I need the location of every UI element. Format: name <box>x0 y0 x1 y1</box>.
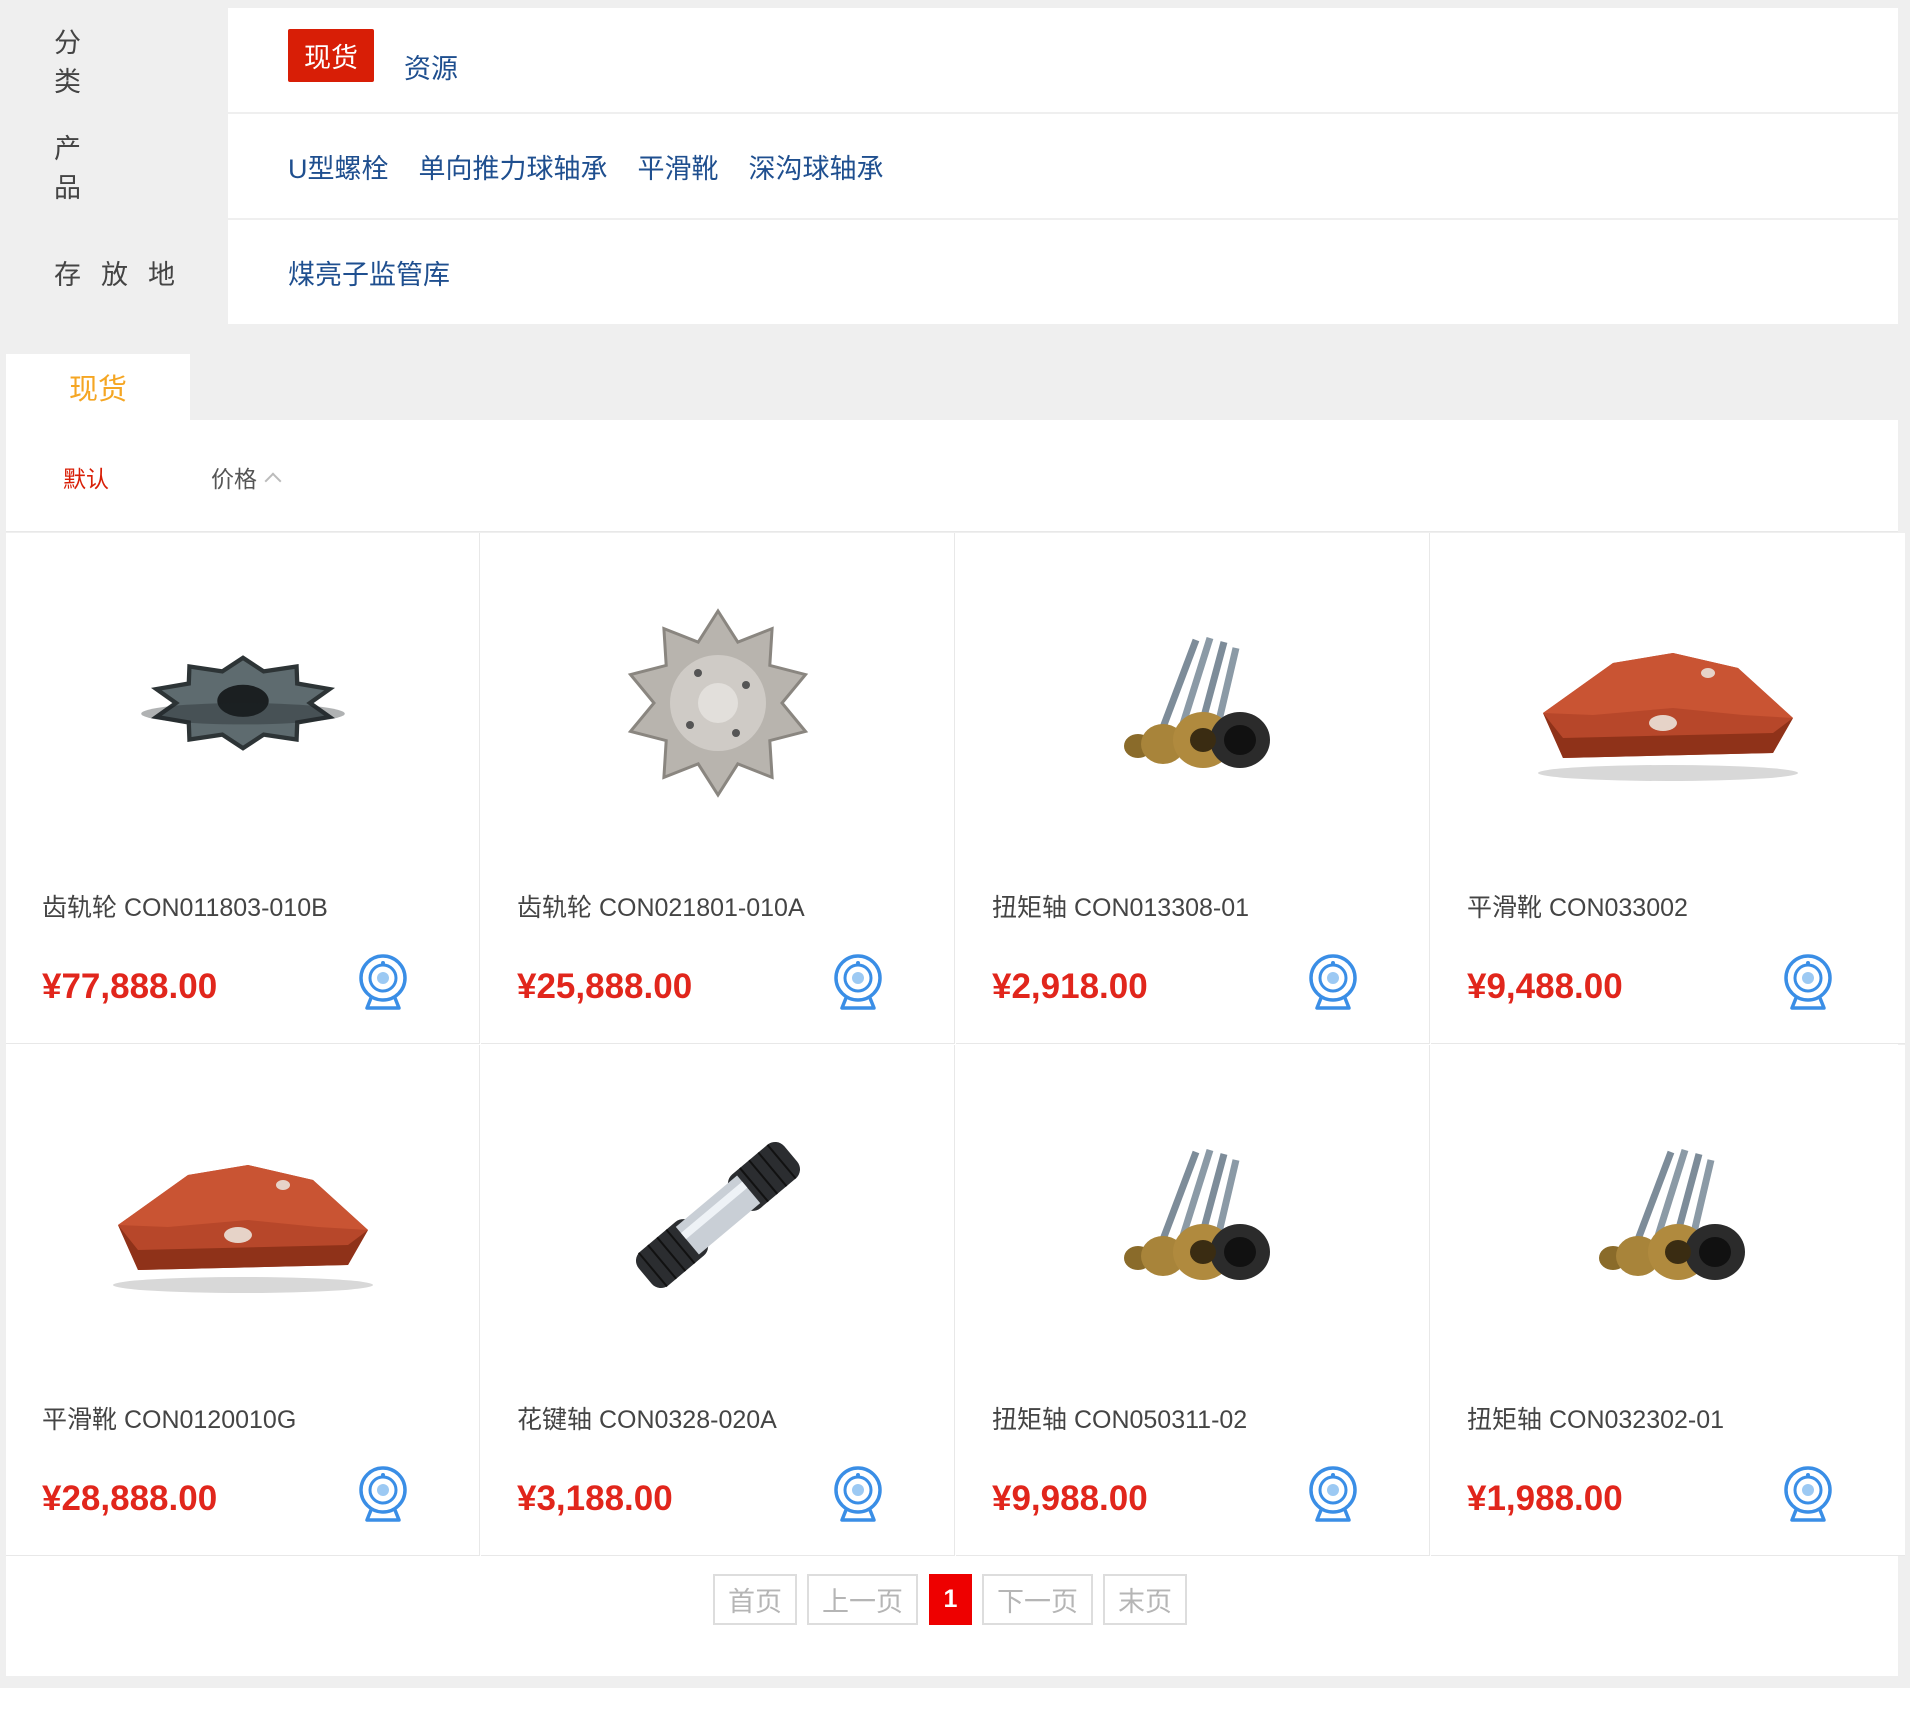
filter-label-text: 存放地 <box>54 259 195 290</box>
webcam-icon[interactable] <box>1306 953 1360 1011</box>
sort-price[interactable]: 价格 <box>211 460 282 494</box>
product-price: ¥25,888.00 <box>517 967 693 1006</box>
filter-option-groove-bearing[interactable]: 深沟球轴承 <box>749 147 884 186</box>
filter-values-product: U型螺栓 单向推力球轴承 平滑靴 深沟球轴承 <box>228 114 1898 218</box>
product-name[interactable]: 平滑靴 CON033002 <box>1467 888 1688 924</box>
product-grid: 齿轨轮 CON011803-010B ¥77,888.00 齿轨轮 CON02180… <box>6 533 1905 1557</box>
sort-price-label: 价格 <box>211 466 257 492</box>
sort-default[interactable]: 默认 <box>63 460 109 494</box>
webcam-icon[interactable] <box>831 1465 885 1523</box>
product-card[interactable]: 平滑靴 CON0120010G ¥28,888.00 <box>6 1045 480 1556</box>
filter-label-category: 分类 <box>6 8 226 112</box>
product-image[interactable] <box>956 1045 1430 1385</box>
pagination: 首页 上一页 1 下一页 末页 <box>6 1557 1898 1676</box>
filter-values-location: 煤亮子监管库 <box>228 220 1898 324</box>
filter-row-location: 存放地 煤亮子监管库 <box>6 220 1898 324</box>
product-image[interactable] <box>6 533 480 873</box>
product-name[interactable]: 花键轴 CON0328-020A <box>517 1400 777 1436</box>
page-prev-button[interactable]: 上一页 <box>807 1574 918 1625</box>
filter-label-product: 产品 <box>6 114 226 218</box>
filter-option-warehouse[interactable]: 煤亮子监管库 <box>288 253 450 292</box>
product-card[interactable]: 平滑靴 CON033002 ¥9,488.00 <box>1431 533 1905 1044</box>
product-name[interactable]: 扭矩轴 CON032302-01 <box>1467 1400 1724 1436</box>
product-image[interactable] <box>956 533 1430 873</box>
product-name[interactable]: 扭矩轴 CON050311-02 <box>992 1400 1247 1436</box>
filter-values-category: 现货 资源 <box>228 8 1898 112</box>
filter-option-u-bolt[interactable]: U型螺栓 <box>288 147 389 186</box>
webcam-icon[interactable] <box>1781 1465 1835 1523</box>
product-card[interactable]: 扭矩轴 CON050311-02 ¥9,988.00 <box>956 1045 1430 1556</box>
product-price: ¥28,888.00 <box>42 1479 218 1518</box>
webcam-icon[interactable] <box>356 953 410 1011</box>
page-next-button[interactable]: 下一页 <box>982 1574 1093 1625</box>
product-card[interactable]: 齿轨轮 CON011803-010B ¥77,888.00 <box>6 533 480 1044</box>
product-price: ¥2,918.00 <box>992 967 1148 1006</box>
webcam-icon[interactable] <box>1781 953 1835 1011</box>
product-price: ¥1,988.00 <box>1467 1479 1623 1518</box>
filter-option-spot[interactable]: 现货 <box>288 28 374 82</box>
tab-bar: 现货 <box>6 354 1898 420</box>
page-current[interactable]: 1 <box>929 1574 972 1625</box>
filter-label-text: 产品 <box>54 134 141 203</box>
filter-option-thrust-bearing[interactable]: 单向推力球轴承 <box>419 147 608 186</box>
page-last-button[interactable]: 末页 <box>1103 1574 1187 1625</box>
product-image[interactable] <box>1431 533 1905 873</box>
product-card[interactable]: 齿轨轮 CON021801-010A ¥25,888.00 <box>481 533 955 1044</box>
webcam-icon[interactable] <box>356 1465 410 1523</box>
product-card[interactable]: 扭矩轴 CON013308-01 ¥2,918.00 <box>956 533 1430 1044</box>
sort-bar: 默认 价格 <box>6 420 1898 532</box>
product-name[interactable]: 平滑靴 CON0120010G <box>42 1400 296 1436</box>
webcam-icon[interactable] <box>1306 1465 1360 1523</box>
product-card[interactable]: 扭矩轴 CON032302-01 ¥1,988.00 <box>1431 1045 1905 1556</box>
product-image[interactable] <box>1431 1045 1905 1385</box>
product-name[interactable]: 齿轨轮 CON011803-010B <box>42 888 328 924</box>
page: 分类 现货 资源 产品 U型螺栓 单向推力球轴承 平滑靴 深沟球轴承 存放地 煤… <box>0 0 1910 1711</box>
filter-label-location: 存放地 <box>6 220 226 324</box>
product-name[interactable]: 齿轨轮 CON021801-010A <box>517 888 805 924</box>
filter-panel: 分类 现货 资源 产品 U型螺栓 单向推力球轴承 平滑靴 深沟球轴承 存放地 煤… <box>6 8 1898 326</box>
filter-option-sliding-shoe[interactable]: 平滑靴 <box>638 147 719 186</box>
content-area: 分类 现货 资源 产品 U型螺栓 单向推力球轴承 平滑靴 深沟球轴承 存放地 煤… <box>0 0 1910 1688</box>
page-first-button[interactable]: 首页 <box>713 1574 797 1625</box>
filter-label-text: 分类 <box>54 28 141 97</box>
filter-option-resource[interactable]: 资源 <box>404 47 458 86</box>
filter-row-category: 分类 现货 资源 <box>6 8 1898 112</box>
product-price: ¥3,188.00 <box>517 1479 673 1518</box>
product-price: ¥9,488.00 <box>1467 967 1623 1006</box>
product-image[interactable] <box>6 1045 480 1385</box>
filter-row-product: 产品 U型螺栓 单向推力球轴承 平滑靴 深沟球轴承 <box>6 114 1898 218</box>
product-card[interactable]: 花键轴 CON0328-020A ¥3,188.00 <box>481 1045 955 1556</box>
product-image[interactable] <box>481 533 955 873</box>
tab-spot[interactable]: 现货 <box>6 354 190 420</box>
product-image[interactable] <box>481 1045 955 1385</box>
webcam-icon[interactable] <box>831 953 885 1011</box>
chevron-up-icon <box>264 472 282 490</box>
product-price: ¥77,888.00 <box>42 967 218 1006</box>
product-price: ¥9,988.00 <box>992 1479 1148 1518</box>
product-name[interactable]: 扭矩轴 CON013308-01 <box>992 888 1249 924</box>
